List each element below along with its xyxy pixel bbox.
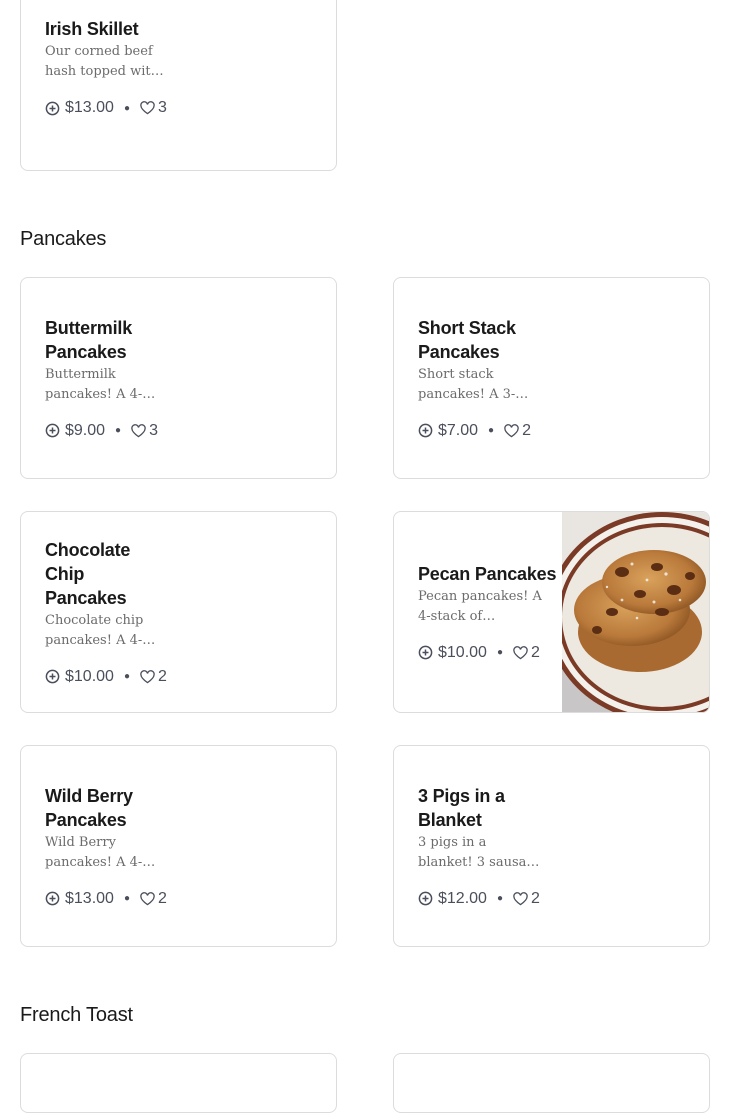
menu-item-title: Pecan Pancakes — [418, 563, 557, 584]
separator-dot: ● — [123, 102, 130, 114]
menu-item-meta: $13.00 ● 2 — [45, 889, 170, 909]
heart-icon[interactable] — [504, 423, 519, 438]
menu-item-meta: $10.00 ● 2 — [418, 643, 543, 663]
menu-item-price: $7.00 — [438, 421, 479, 439]
menu-item-card[interactable] — [20, 1053, 337, 1113]
menu-item-description: Short stack pancakes! A 3-… — [418, 366, 529, 402]
add-to-order-icon[interactable] — [418, 891, 433, 906]
add-to-order-icon[interactable] — [45, 423, 60, 438]
menu-item-card[interactable]: Buttermilk Pancakes Buttermilk pancakes!… — [20, 277, 337, 479]
pecan-pancakes-photo — [562, 512, 709, 712]
menu-item-title: Irish Skillet — [45, 19, 139, 39]
separator-dot: ● — [123, 671, 130, 682]
menu-item-meta: $13.00 ● 3 — [45, 98, 170, 118]
separator-dot: ● — [488, 425, 495, 436]
heart-icon[interactable] — [140, 101, 155, 115]
add-to-order-icon[interactable] — [45, 101, 60, 116]
separator-dot: ● — [123, 893, 130, 904]
menu-item-meta: $7.00 ● 2 — [418, 421, 543, 441]
menu-item-price: $13.00 — [65, 99, 114, 116]
menu-item-description: Buttermilk pancakes! A 4-… — [45, 366, 156, 402]
menu-item-description: Our corned beef hash topped wit… — [45, 44, 164, 79]
menu-item-likes: 2 — [530, 643, 540, 661]
separator-dot: ● — [496, 893, 503, 904]
menu-item-meta: $9.00 ● 3 — [45, 421, 170, 441]
menu-item-title: 3 Pigs in a Blanket — [418, 785, 505, 830]
separator-dot: ● — [115, 425, 122, 436]
menu-item-card[interactable]: Wild Berry Pancakes Wild Berry pancakes!… — [20, 745, 337, 947]
menu-item-title: Wild Berry Pancakes — [45, 785, 133, 830]
menu-item-price: $13.00 — [65, 889, 114, 907]
menu-item-likes: 2 — [157, 889, 167, 907]
menu-item-card[interactable] — [393, 1053, 710, 1113]
menu-item-description: 3 pigs in a blanket! 3 sausage links… — [418, 834, 543, 870]
section-title-pancakes: Pancakes — [20, 228, 107, 250]
add-to-order-icon[interactable] — [45, 669, 60, 684]
menu-item-description: Chocolate chip pancakes! A 4-… — [45, 612, 156, 648]
add-to-order-icon[interactable] — [418, 645, 433, 660]
heart-icon[interactable] — [513, 645, 528, 660]
heart-icon[interactable] — [131, 423, 146, 438]
menu-item-card[interactable]: Short Stack Pancakes Short stack pancake… — [393, 277, 710, 479]
heart-icon[interactable] — [513, 891, 528, 906]
menu-item-likes: 2 — [522, 421, 531, 439]
add-to-order-icon[interactable] — [45, 891, 60, 906]
separator-dot: ● — [496, 647, 503, 658]
menu-item-title: Short Stack Pancakes — [418, 317, 516, 362]
menu-item-card[interactable]: 3 Pigs in a Blanket 3 pigs in a blanket!… — [393, 745, 710, 947]
menu-item-price: $10.00 — [65, 667, 114, 685]
menu-item-price: $9.00 — [65, 421, 106, 439]
menu-item-title: Buttermilk Pancakes — [45, 317, 133, 362]
menu-item-price: $12.00 — [438, 889, 487, 907]
menu-item-description: Wild Berry pancakes! A 4-… — [45, 834, 156, 870]
heart-icon[interactable] — [140, 669, 155, 684]
menu-item-card[interactable]: Chocolate Chip Pancakes Chocolate chip p… — [20, 511, 337, 713]
menu-item-likes: 2 — [157, 667, 167, 685]
menu-item-price: $10.00 — [438, 643, 487, 661]
menu-item-meta: $12.00 ● 2 — [418, 889, 543, 909]
menu-item-card[interactable]: Pecan Pancakes Pecan pancakes! A 4-stack… — [393, 511, 710, 713]
add-to-order-icon[interactable] — [418, 423, 433, 438]
menu-item-description: Pecan pancakes! A 4-stack of… — [418, 588, 542, 624]
menu-item-likes: 3 — [149, 421, 158, 439]
menu-item-card[interactable]: Irish Skillet Our corned beef hash toppe… — [20, 0, 337, 171]
menu-item-title: Chocolate Chip Pancakes — [45, 539, 131, 608]
heart-icon[interactable] — [140, 891, 155, 906]
menu-item-likes: 2 — [530, 889, 540, 907]
menu-item-likes: 3 — [157, 99, 167, 116]
menu-item-meta: $10.00 ● 2 — [45, 667, 170, 687]
section-title-french-toast: French Toast — [20, 1004, 133, 1026]
